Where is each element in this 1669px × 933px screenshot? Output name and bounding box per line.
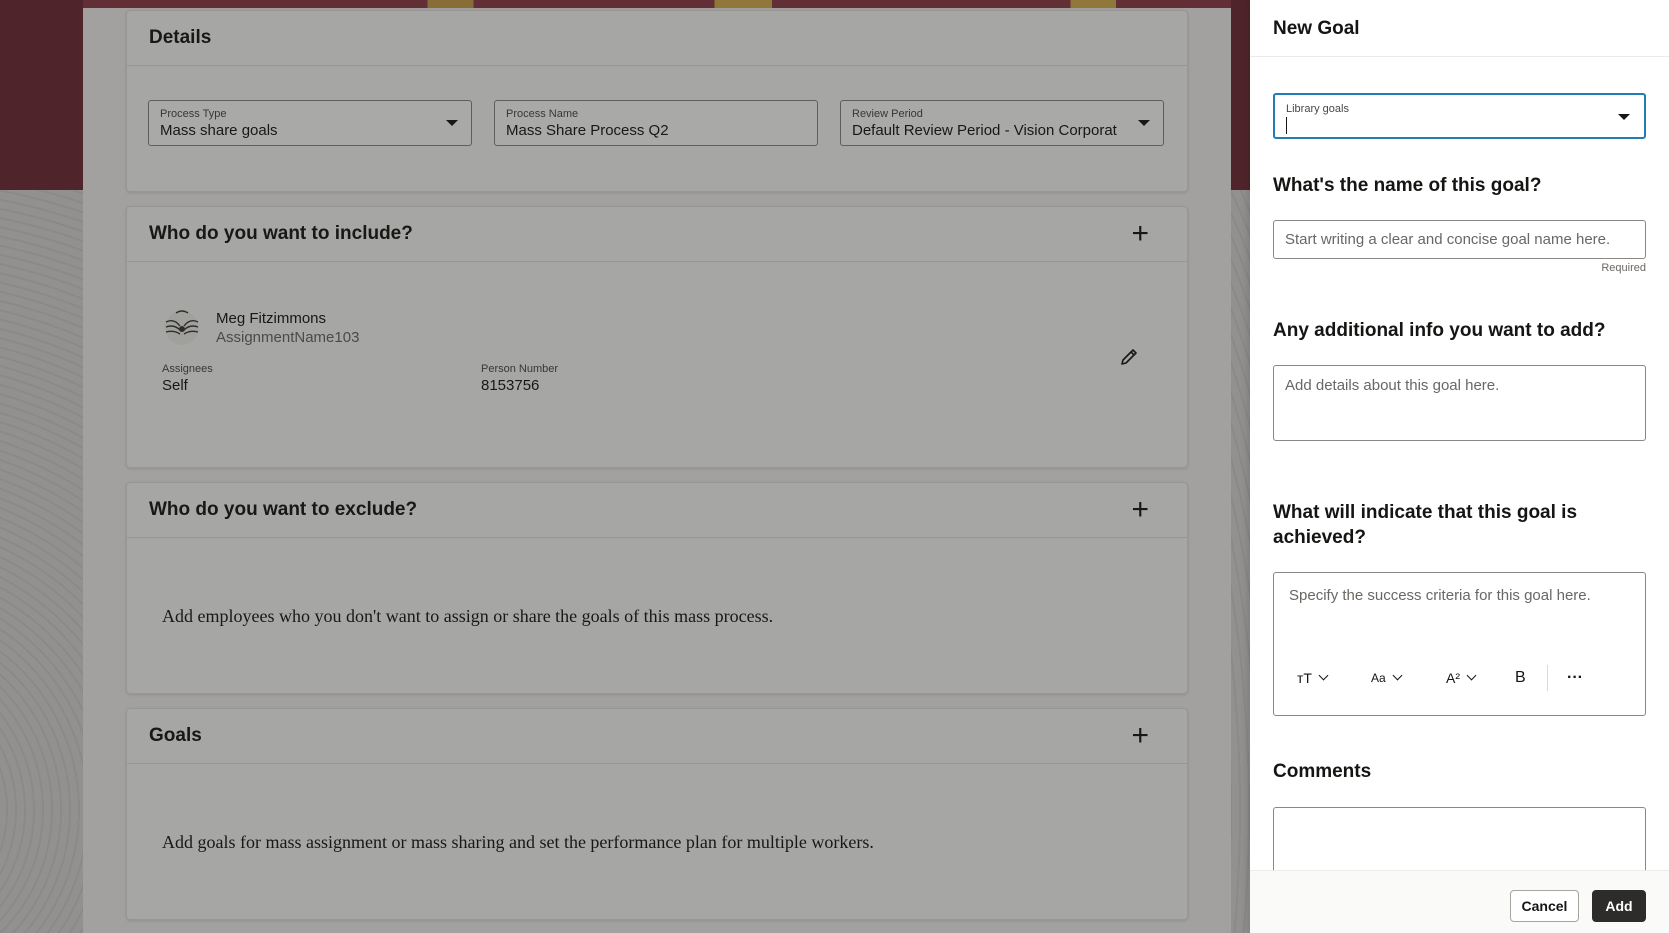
goal-name-input[interactable]: Start writing a clear and concise goal n… [1273,220,1646,259]
goal-name-placeholder: Start writing a clear and concise goal n… [1285,231,1611,248]
success-criteria-editor[interactable]: Specify the success criteria for this go… [1273,572,1646,716]
additional-info-placeholder: Add details about this goal here. [1285,377,1500,394]
chevron-down-icon [1318,670,1329,681]
additional-info-question: Any additional info you want to add? [1273,320,1606,341]
modal-overlay[interactable] [0,0,1250,933]
chevron-down-icon [1618,114,1630,120]
more-options-button[interactable]: ··· [1567,663,1583,693]
goal-name-question: What's the name of this goal? [1273,175,1542,196]
comments-label: Comments [1273,761,1372,782]
drawer-footer: Cancel Add [1250,870,1669,933]
library-goals-select[interactable]: Library goals [1273,93,1646,139]
font-button[interactable]: Aa [1371,663,1403,693]
text-cursor [1286,117,1287,134]
library-goals-label: Library goals [1286,103,1349,115]
additional-info-textarea[interactable]: Add details about this goal here. [1273,365,1646,441]
chevron-down-icon [1466,670,1477,681]
comments-textarea[interactable] [1273,807,1646,877]
rich-text-toolbar: тT Aa A² B ··· [1274,663,1645,693]
add-button[interactable]: Add [1592,890,1646,922]
superscript-button[interactable]: A² [1446,663,1477,693]
drawer-title: New Goal [1273,18,1360,39]
text-size-icon: тT [1297,670,1312,686]
divider [1250,56,1669,57]
achieved-question-line2: achieved? [1273,527,1366,548]
bold-icon: B [1515,669,1526,686]
cancel-button[interactable]: Cancel [1510,890,1579,922]
chevron-down-icon [1392,670,1403,681]
text-size-button[interactable]: тT [1297,663,1329,693]
bold-button[interactable]: B [1515,663,1526,693]
toolbar-divider [1547,665,1548,691]
superscript-icon: A² [1446,670,1460,686]
new-goal-drawer: New Goal Library goals What's the name o… [1250,0,1669,933]
font-icon: Aa [1371,671,1386,685]
success-criteria-placeholder: Specify the success criteria for this go… [1289,587,1591,604]
achieved-question-line1: What will indicate that this goal is [1273,502,1578,523]
more-icon: ··· [1567,669,1583,686]
required-hint: Required [1601,262,1646,274]
